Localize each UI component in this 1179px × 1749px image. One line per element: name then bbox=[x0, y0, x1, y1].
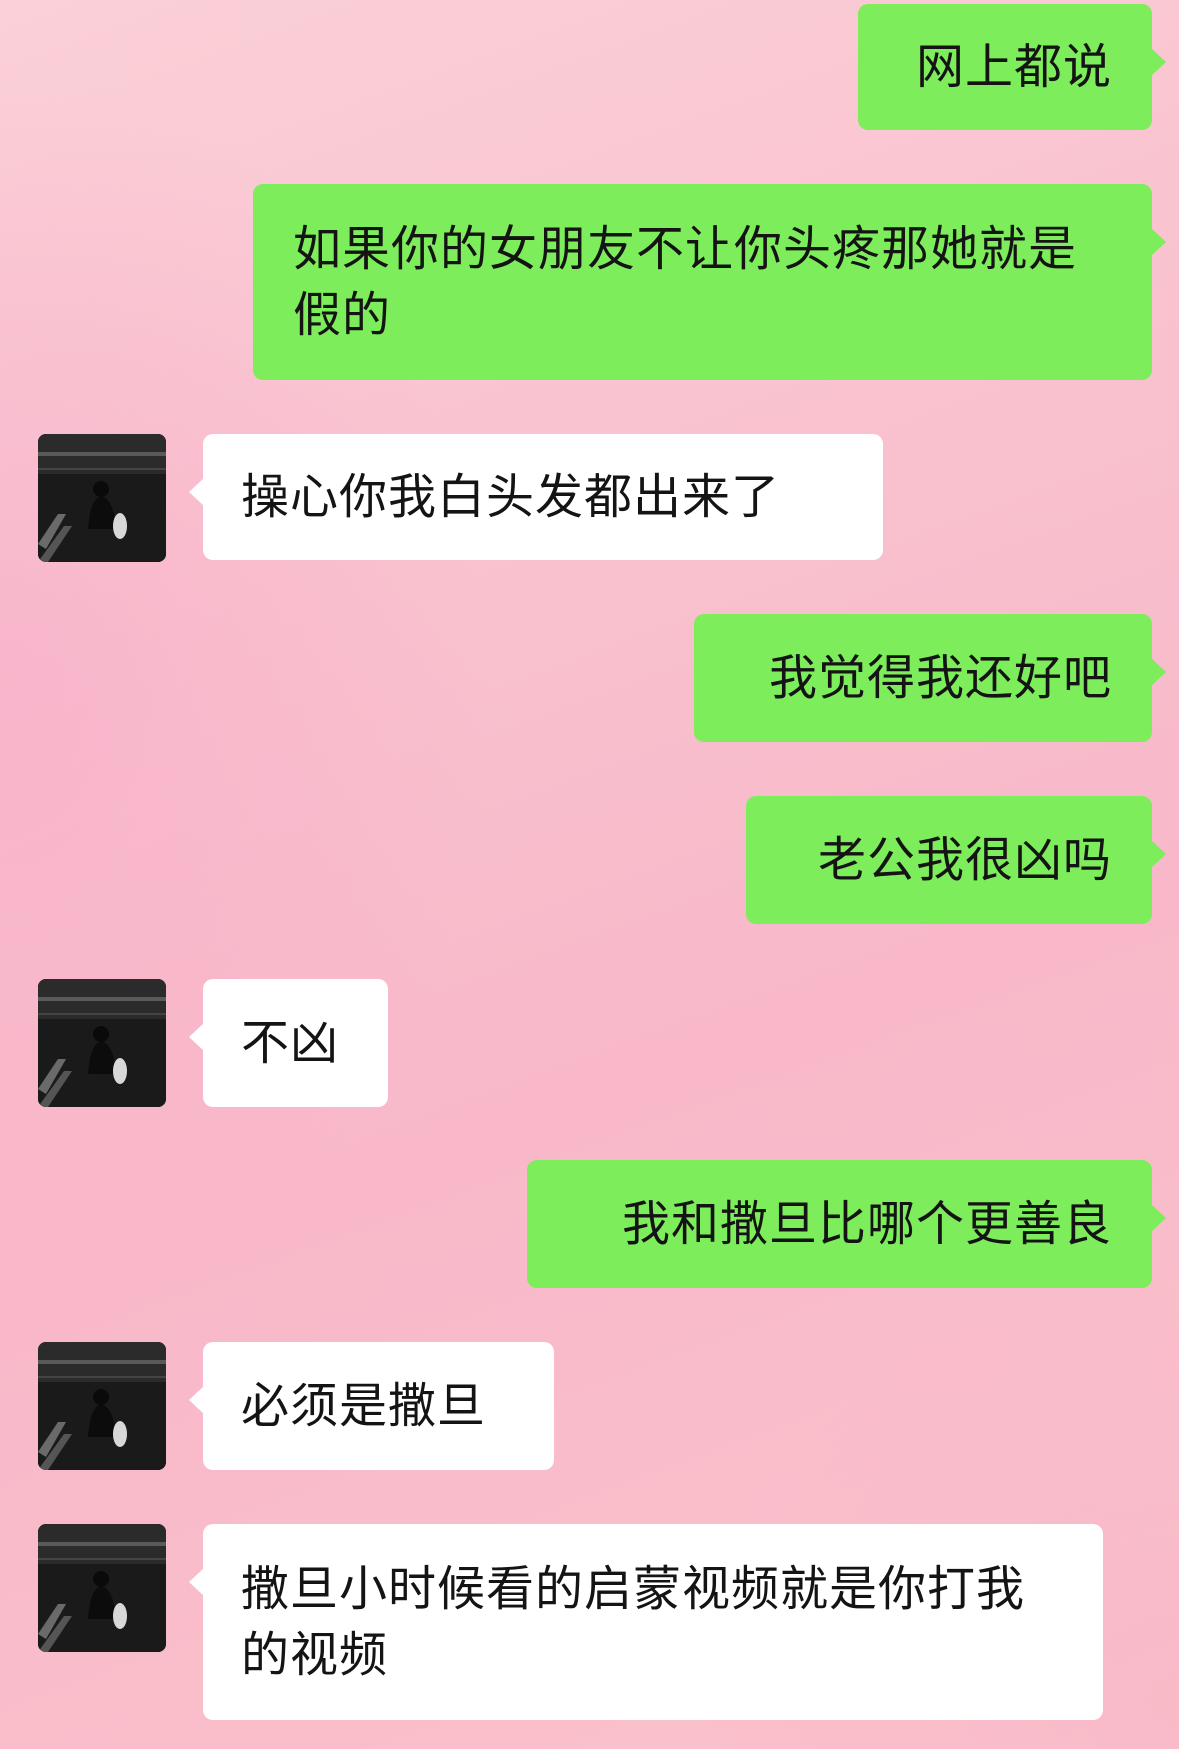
contact-avatar[interactable] bbox=[38, 1524, 166, 1652]
message-text: 我和撒旦比哪个更善良 bbox=[621, 1196, 1112, 1252]
avatar-photo-icon bbox=[38, 1524, 166, 1652]
contact-avatar[interactable] bbox=[38, 1342, 166, 1470]
message-text: 老公我很凶吗 bbox=[817, 832, 1112, 888]
message-bubble-sent[interactable]: 老公我很凶吗 bbox=[746, 796, 1166, 924]
message-bubble-received[interactable]: 必须是撒旦 bbox=[189, 1342, 554, 1470]
bubble-tail bbox=[1151, 48, 1166, 76]
avatar-photo-icon bbox=[38, 979, 166, 1107]
bubble-tail bbox=[1151, 840, 1166, 868]
message-bubble-received[interactable]: 不凶 bbox=[189, 979, 388, 1107]
message-text: 如果你的女朋友不让你头疼那她就是假的 bbox=[293, 221, 1078, 343]
message-text: 撒旦小时候看的启蒙视频就是你打我的视频 bbox=[241, 1561, 1026, 1683]
message-bubble-received[interactable]: 撒旦小时候看的启蒙视频就是你打我的视频 bbox=[189, 1524, 1103, 1720]
bubble-tail bbox=[189, 478, 204, 506]
message-text: 必须是撒旦 bbox=[241, 1378, 487, 1434]
message-bubble-sent[interactable]: 我觉得我还好吧 bbox=[694, 614, 1166, 742]
message-text: 操心你我白头发都出来了 bbox=[241, 469, 781, 525]
avatar-photo-icon bbox=[38, 1342, 166, 1470]
message-text: 网上都说 bbox=[915, 39, 1112, 95]
message-bubble-sent[interactable]: 网上都说 bbox=[858, 4, 1166, 130]
bubble-tail bbox=[189, 1386, 204, 1414]
bubble-tail bbox=[189, 1023, 204, 1051]
avatar-photo-icon bbox=[38, 434, 166, 562]
message-text: 不凶 bbox=[241, 1015, 340, 1071]
chat-thread: 网上都说 如果你的女朋友不让你头疼那她就是假的 操心你我白头发都出来了 我觉得我… bbox=[0, 0, 1179, 1749]
contact-avatar[interactable] bbox=[38, 434, 166, 562]
bubble-tail bbox=[1151, 228, 1166, 256]
message-bubble-sent[interactable]: 我和撒旦比哪个更善良 bbox=[527, 1160, 1166, 1288]
bubble-tail bbox=[1151, 1204, 1166, 1232]
message-bubble-received[interactable]: 操心你我白头发都出来了 bbox=[189, 434, 883, 560]
message-text: 我觉得我还好吧 bbox=[768, 650, 1112, 706]
bubble-tail bbox=[1151, 658, 1166, 686]
bubble-tail bbox=[189, 1568, 204, 1596]
contact-avatar[interactable] bbox=[38, 979, 166, 1107]
message-bubble-sent[interactable]: 如果你的女朋友不让你头疼那她就是假的 bbox=[253, 184, 1166, 380]
